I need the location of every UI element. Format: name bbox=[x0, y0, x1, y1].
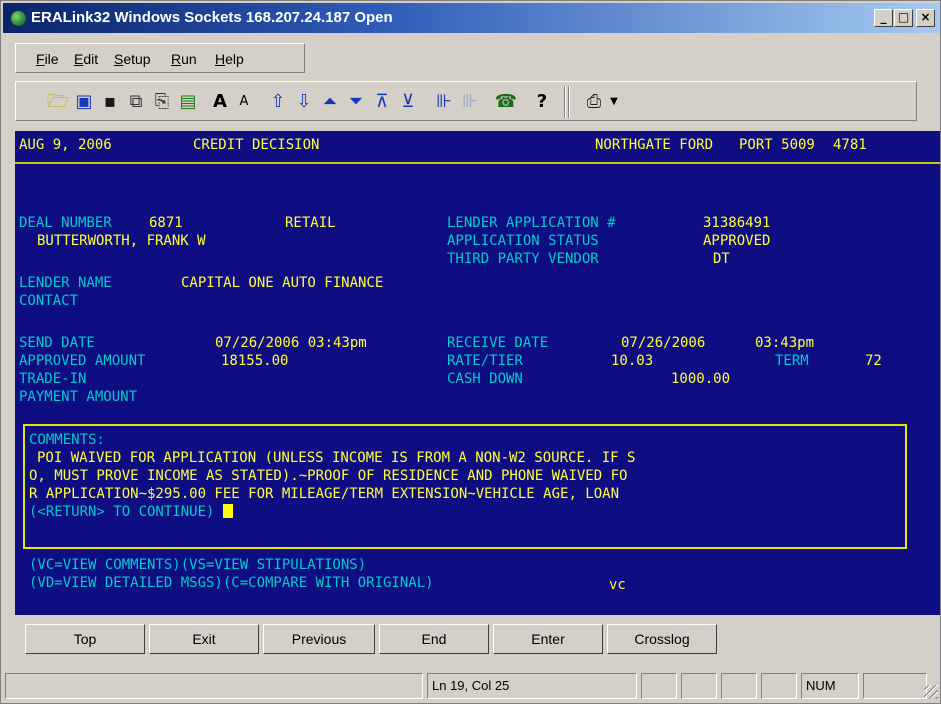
options-line: (VD=VIEW DETAILED MSGS)(C=COMPARE WITH O… bbox=[29, 575, 434, 591]
exit-button[interactable]: Exit bbox=[149, 624, 259, 654]
rate-value: 10.03 bbox=[611, 353, 654, 369]
toolbar: 🗁 ▣ ▪ ⧉ ⎘ ▤ A A ⇧ ⇩ ⏶ ⏷ ⊼ ⊻ ⊪ ⊪ ☎ ? ⎙ ▼ bbox=[15, 81, 917, 121]
help-icon[interactable]: ? bbox=[530, 90, 554, 114]
save-icon[interactable]: ▪ bbox=[98, 90, 122, 114]
deal-type: RETAIL bbox=[285, 215, 336, 231]
comments-box: COMMENTS: POI WAIVED FOR APPLICATION (UN… bbox=[23, 424, 907, 549]
double-arrow-down-icon[interactable]: ⏷ bbox=[344, 90, 368, 114]
cursor-position: Ln 19, Col 25 bbox=[427, 673, 637, 699]
header-divider bbox=[15, 162, 940, 164]
lender-app-label: LENDER APPLICATION # bbox=[447, 215, 616, 231]
menu-bar: File Edit Setup Run Help bbox=[15, 43, 305, 73]
end-button[interactable]: End bbox=[379, 624, 489, 654]
lender-name-label: LENDER NAME bbox=[19, 275, 112, 291]
function-button-bar: Top Exit Previous End Enter Crosslog bbox=[15, 620, 925, 658]
cash-down-label: CASH DOWN bbox=[447, 371, 523, 387]
receive-date-label: RECEIVE DATE bbox=[447, 335, 549, 351]
term-label: TERM bbox=[775, 353, 809, 369]
comment-line: O, MUST PROVE INCOME AS STATED).~PROOF O… bbox=[29, 468, 628, 484]
menu-setup[interactable]: Setup bbox=[114, 51, 151, 67]
font-decrease-icon[interactable]: A bbox=[232, 90, 256, 114]
dealer-name: NORTHGATE FORD bbox=[595, 137, 714, 153]
minimize-button[interactable]: _ bbox=[874, 9, 893, 27]
deal-number-label: DEAL NUMBER bbox=[19, 215, 112, 231]
enter-button[interactable]: Enter bbox=[493, 624, 603, 654]
contact-label: CONTACT bbox=[19, 293, 79, 309]
comments-label: COMMENTS: bbox=[29, 432, 105, 448]
receive-time: 03:43pm bbox=[755, 335, 815, 351]
menu-file[interactable]: File bbox=[36, 51, 59, 67]
receive-date: 07/26/2006 bbox=[621, 335, 706, 351]
comment-line: R APPLICATION~$295.00 FEE FOR MILEAGE/TE… bbox=[29, 486, 620, 502]
menu-run[interactable]: Run bbox=[171, 51, 197, 67]
app-window: ERALink32 Windows Sockets 168.207.24.187… bbox=[0, 0, 941, 704]
send-date: 07/26/2006 03:43pm bbox=[215, 335, 367, 351]
status-panel bbox=[721, 673, 757, 699]
menu-help[interactable]: Help bbox=[215, 51, 244, 67]
payment-amount-label: PAYMENT AMOUNT bbox=[19, 389, 138, 405]
approved-amount-label: APPROVED AMOUNT bbox=[19, 353, 146, 369]
deal-number: 6871 bbox=[149, 215, 183, 231]
tradein-label: TRADE-IN bbox=[19, 371, 87, 387]
approved-amount: 18155.00 bbox=[221, 353, 289, 369]
num-lock-indicator: NUM bbox=[801, 673, 859, 699]
crosslog-button[interactable]: Crosslog bbox=[607, 624, 717, 654]
close-button[interactable]: × bbox=[916, 9, 935, 27]
app-status-label: APPLICATION STATUS bbox=[447, 233, 599, 249]
status-message bbox=[5, 673, 423, 699]
connect-icon[interactable]: ⊪ bbox=[432, 90, 456, 114]
app-status: APPROVED bbox=[703, 233, 771, 249]
resize-grip[interactable] bbox=[924, 685, 938, 699]
term-value: 72 bbox=[865, 353, 882, 369]
options-line: (VC=VIEW COMMENTS)(VS=VIEW STIPULATIONS) bbox=[29, 557, 367, 573]
cash-down: 1000.00 bbox=[671, 371, 731, 387]
top-button[interactable]: Top bbox=[25, 624, 145, 654]
status-panel bbox=[641, 673, 677, 699]
status-panel bbox=[761, 673, 797, 699]
window-title: ERALink32 Windows Sockets 168.207.24.187… bbox=[31, 9, 393, 26]
comment-line: POI WAIVED FOR APPLICATION (UNLESS INCOM… bbox=[37, 450, 636, 466]
header-code: 4781 bbox=[833, 137, 867, 153]
font-increase-icon[interactable]: A bbox=[208, 90, 232, 114]
menu-edit[interactable]: Edit bbox=[74, 51, 98, 67]
send-date-label: SEND DATE bbox=[19, 335, 95, 351]
disconnect-icon[interactable]: ⊪ bbox=[458, 90, 482, 114]
toolbar-separator bbox=[564, 86, 566, 118]
first-icon[interactable]: ⊼ bbox=[370, 90, 394, 114]
vendor-label: THIRD PARTY VENDOR bbox=[447, 251, 599, 267]
continue-prompt: (<RETURN> TO CONTINUE) bbox=[29, 504, 233, 520]
lender-name: CAPITAL ONE AUTO FINANCE bbox=[181, 275, 384, 291]
status-bar: Ln 19, Col 25 NUM bbox=[5, 669, 940, 701]
maximize-button[interactable]: □ bbox=[894, 9, 913, 27]
continue-text: (<RETURN> TO CONTINUE) bbox=[29, 504, 215, 520]
arrow-up-icon[interactable]: ⇧ bbox=[266, 90, 290, 114]
port-number: PORT 5009 bbox=[739, 137, 815, 153]
open-folder-icon[interactable]: 🗁 bbox=[46, 90, 70, 114]
phone-icon[interactable]: ☎ bbox=[494, 90, 518, 114]
app-globe-icon[interactable] bbox=[11, 11, 26, 26]
command-input[interactable]: vc bbox=[609, 577, 626, 593]
status-panel bbox=[681, 673, 717, 699]
title-bar[interactable]: ERALink32 Windows Sockets 168.207.24.187… bbox=[3, 3, 940, 33]
header-date: AUG 9, 2006 bbox=[19, 137, 112, 153]
monitor-icon[interactable]: ▣ bbox=[72, 90, 96, 114]
chevron-down-icon[interactable]: ▼ bbox=[602, 90, 626, 114]
lender-app-number: 31386491 bbox=[703, 215, 771, 231]
toolbar-separator bbox=[568, 86, 570, 118]
paste-icon[interactable]: ⎘ bbox=[150, 90, 174, 114]
terminal-screen[interactable]: AUG 9, 2006 CREDIT DECISION NORTHGATE FO… bbox=[15, 131, 940, 615]
double-arrow-up-icon[interactable]: ⏶ bbox=[318, 90, 342, 114]
vendor-code: DT bbox=[713, 251, 730, 267]
arrow-down-icon[interactable]: ⇩ bbox=[292, 90, 316, 114]
rate-label: RATE/TIER bbox=[447, 353, 523, 369]
text-cursor bbox=[222, 504, 233, 518]
customer-name: BUTTERWORTH, FRANK W bbox=[37, 233, 206, 249]
screen-title: CREDIT DECISION bbox=[193, 137, 320, 153]
last-icon[interactable]: ⊻ bbox=[396, 90, 420, 114]
previous-button[interactable]: Previous bbox=[263, 624, 375, 654]
status-panel bbox=[863, 673, 927, 699]
copy-icon[interactable]: ⧉ bbox=[124, 90, 148, 114]
print-screen-icon[interactable]: ▤ bbox=[176, 90, 200, 114]
